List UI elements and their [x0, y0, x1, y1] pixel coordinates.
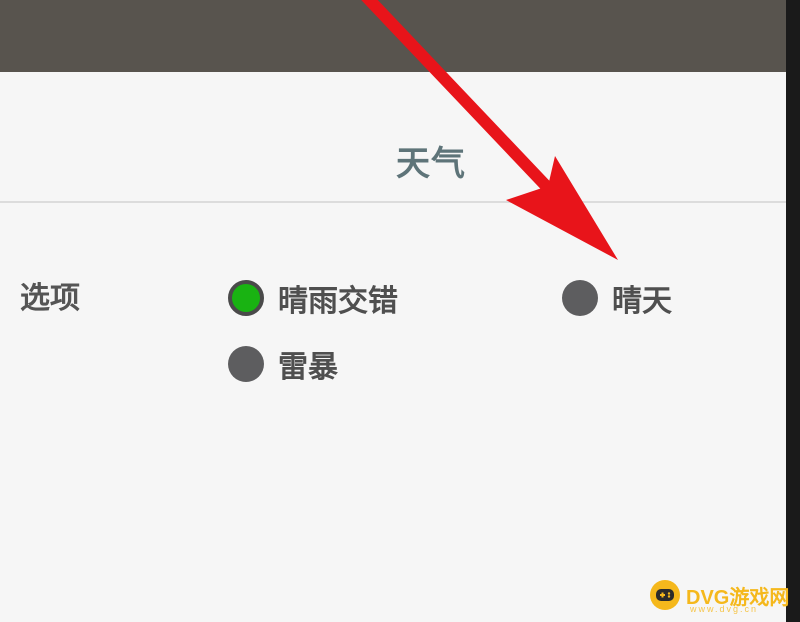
radio-label: 晴天 [612, 284, 672, 319]
radio-label: 雷暴 [278, 350, 338, 385]
options-label: 选项 [20, 281, 80, 316]
gamepad-icon [650, 580, 680, 610]
radio-button[interactable] [562, 280, 598, 316]
title-divider [0, 201, 786, 203]
radio-option-mixed[interactable]: 晴雨交错 [228, 276, 398, 320]
radio-option-thunderstorm[interactable]: 雷暴 [228, 342, 338, 386]
radio-button[interactable] [228, 346, 264, 382]
panel-title: 天气 [396, 144, 466, 184]
radio-label: 晴雨交错 [278, 284, 398, 319]
radio-button-selected[interactable] [228, 280, 264, 316]
watermark-subtext: www.dvg.cn [690, 604, 759, 614]
window-edge [786, 0, 800, 622]
radio-option-sunny[interactable]: 晴天 [562, 276, 672, 320]
top-bar [0, 0, 800, 72]
weather-settings-panel [0, 72, 786, 622]
